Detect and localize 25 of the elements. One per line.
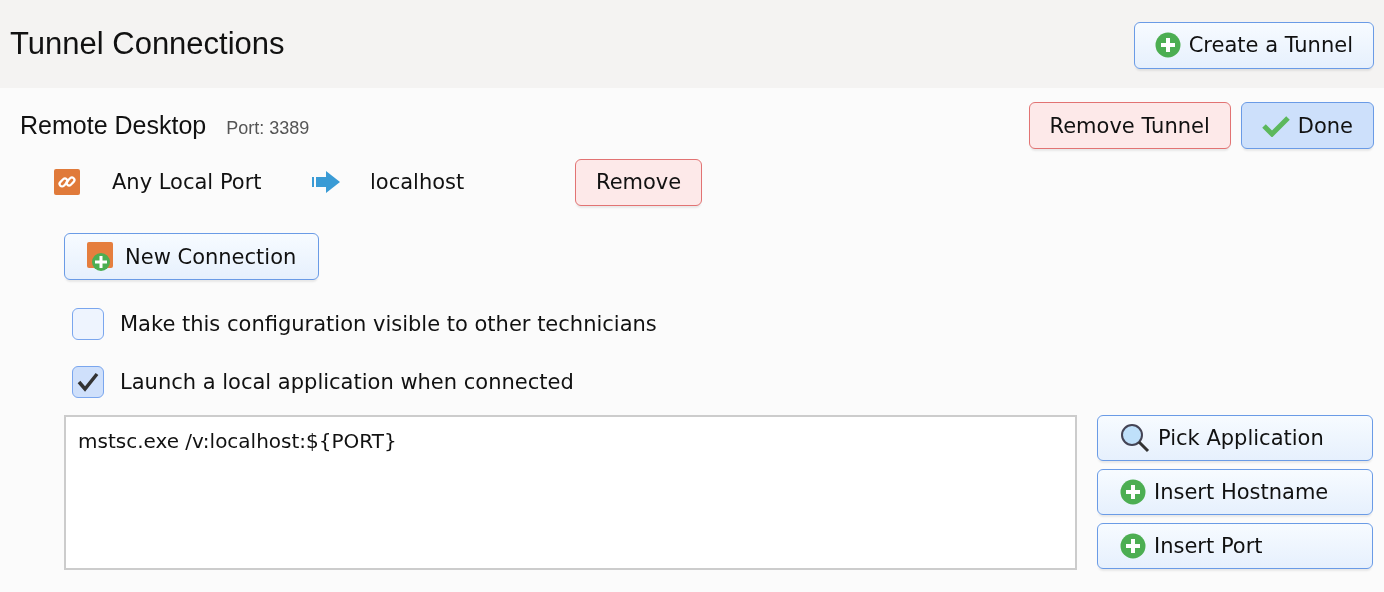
plus-icon xyxy=(1120,479,1146,505)
tunnel-action-button[interactable]: Done xyxy=(1240,102,1374,149)
checkbox[interactable] xyxy=(72,366,104,398)
command-insert-button[interactable]: Insert Hostname xyxy=(1097,469,1373,515)
create-tunnel-button[interactable]: Create a Tunnel xyxy=(1133,21,1374,69)
command-insert-button[interactable]: Insert Port xyxy=(1097,523,1373,569)
tunnel-action-button[interactable]: Remove Tunnel xyxy=(1028,102,1231,149)
command-field[interactable]: mstsc.exe /v:localhost:${PORT} xyxy=(64,415,1077,570)
search-icon xyxy=(1120,423,1150,453)
right-arrow-icon xyxy=(312,170,342,194)
new-connection-button[interactable]: New Connection xyxy=(64,233,320,280)
checkbox[interactable] xyxy=(72,308,104,340)
source-port: Any Local Port xyxy=(112,170,263,194)
checkmark-icon xyxy=(1261,114,1290,137)
checkbox-label: Launch a local application when connected xyxy=(120,370,574,394)
plus-icon xyxy=(1154,32,1181,58)
link-icon xyxy=(54,169,80,195)
port-label: Port: 3389 xyxy=(226,118,310,138)
remove-connection-button[interactable]: Remove xyxy=(575,158,703,206)
tunnel-name: Remote Desktop xyxy=(20,111,207,139)
target-host: localhost xyxy=(370,170,466,194)
checkbox-label: Make this configuration visible to other technicians xyxy=(120,312,657,336)
plus-icon xyxy=(1120,533,1146,559)
page-title: Tunnel Connections xyxy=(10,26,285,62)
command-insert-button[interactable]: Pick Application xyxy=(1097,415,1373,461)
